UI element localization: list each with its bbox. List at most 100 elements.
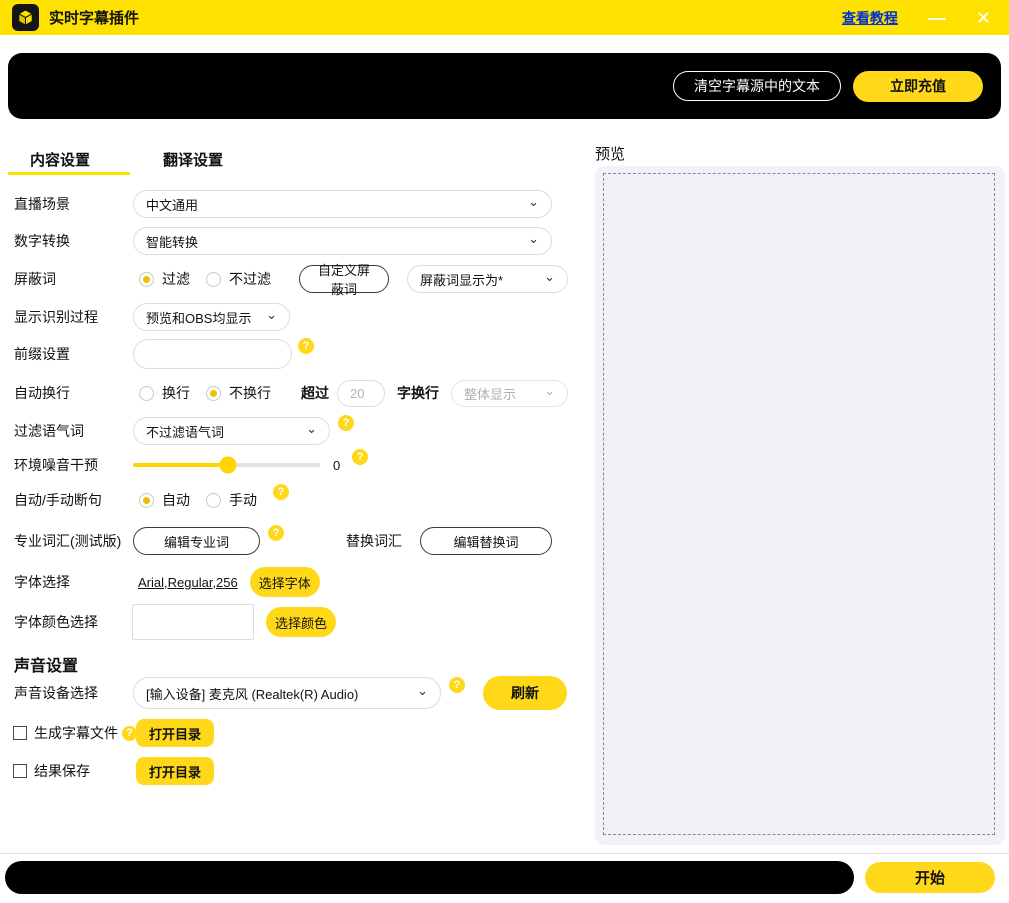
subtitle-file-help-icon[interactable]: ?: [122, 726, 137, 741]
refresh-button[interactable]: 刷新: [483, 676, 567, 710]
row-blocked-words: 屏蔽词 过滤 不过滤 自定义屏蔽词 屏蔽词显示为* ⌄: [14, 265, 568, 293]
edit-replace-vocab-button[interactable]: 编辑替换词: [420, 527, 552, 555]
prefix-help-icon[interactable]: ?: [298, 338, 314, 354]
blocked-filter-radio[interactable]: [139, 272, 154, 287]
no-wrap-radio[interactable]: [206, 386, 221, 401]
noise-value: 0: [333, 458, 340, 473]
chevron-down-icon: ⌄: [544, 384, 555, 397]
live-scene-label: 直播场景: [14, 194, 133, 214]
tutorial-link[interactable]: 查看教程: [842, 8, 898, 28]
active-tab-underline: [8, 172, 130, 175]
app-title: 实时字幕插件: [49, 7, 139, 28]
app-logo: [12, 4, 39, 31]
filler-words-value: 不过滤语气词: [146, 422, 224, 441]
row-filler-words: 过滤语气词 不过滤语气词 ⌄ ?: [14, 417, 354, 445]
chevron-down-icon: ⌄: [528, 232, 539, 245]
font-color-label: 字体颜色选择: [14, 612, 133, 632]
preview-title: 预览: [595, 143, 625, 164]
edit-pro-vocab-button[interactable]: 编辑专业词: [133, 527, 260, 555]
row-number-convert: 数字转换 智能转换 ⌄: [14, 227, 552, 255]
wrap-radio[interactable]: [139, 386, 154, 401]
noise-help-icon[interactable]: ?: [352, 449, 368, 465]
font-color-input[interactable]: [132, 604, 254, 640]
auto-segment-radio[interactable]: [139, 493, 154, 508]
choose-font-button[interactable]: 选择字体: [250, 567, 320, 597]
result-save-checkbox[interactable]: [13, 764, 27, 778]
segmentation-help-icon[interactable]: ?: [273, 484, 289, 500]
wrap-display-mode-select[interactable]: 整体显示 ⌄: [451, 380, 568, 407]
custom-blocked-words-button[interactable]: 自定义屏蔽词: [299, 265, 389, 293]
status-bar: [5, 861, 854, 894]
chevron-down-icon: ⌄: [417, 684, 428, 697]
filler-words-select[interactable]: 不过滤语气词 ⌄: [133, 417, 330, 445]
replace-vocab-label: 替换词汇: [346, 531, 402, 551]
recharge-button[interactable]: 立即充值: [853, 71, 983, 102]
footer-divider: [0, 853, 1009, 854]
chevron-down-icon: ⌄: [528, 195, 539, 208]
wrap-count-input[interactable]: [337, 380, 385, 407]
manual-segment-radio[interactable]: [206, 493, 221, 508]
wrap-radio-label[interactable]: 换行: [162, 383, 190, 403]
blocked-filter-radio-label[interactable]: 过滤: [162, 269, 190, 289]
row-noise: 环境噪音干预 0 ?: [14, 451, 368, 479]
row-sound-device: 声音设备选择 [输入设备] 麦克风 (Realtek(R) Audio) ⌄ ?…: [14, 676, 567, 710]
minimize-icon[interactable]: —: [928, 9, 946, 27]
row-subtitle-file: 生成字幕文件 ? 打开目录: [13, 719, 137, 747]
recognition-display-label: 显示识别过程: [14, 307, 133, 327]
row-live-scene: 直播场景 中文通用 ⌄: [14, 190, 552, 218]
close-icon[interactable]: ✕: [976, 9, 991, 27]
sound-device-help-icon[interactable]: ?: [449, 677, 465, 693]
blocked-display-as-select[interactable]: 屏蔽词显示为* ⌄: [407, 265, 568, 293]
open-subtitle-dir-button[interactable]: 打开目录: [136, 719, 214, 747]
recognition-display-value: 预览和OBS均显示: [146, 308, 251, 327]
number-convert-value: 智能转换: [146, 232, 198, 251]
blocked-display-as-value: 屏蔽词显示为*: [420, 270, 503, 289]
live-scene-select[interactable]: 中文通用 ⌄: [133, 190, 552, 218]
start-button[interactable]: 开始: [865, 862, 995, 893]
pro-vocab-label: 专业词汇(测试版): [14, 531, 133, 551]
subtitle-file-label[interactable]: 生成字幕文件: [34, 723, 118, 743]
blocked-no-filter-radio[interactable]: [206, 272, 221, 287]
row-segmentation: 自动/手动断句 自动 手动 ?: [14, 486, 289, 514]
filler-words-label: 过滤语气词: [14, 421, 133, 441]
chevron-down-icon: ⌄: [306, 422, 317, 435]
cube-icon: [16, 8, 35, 27]
choose-color-button[interactable]: 选择颜色: [266, 607, 336, 637]
clear-subtitle-source-button[interactable]: 清空字幕源中的文本: [673, 71, 841, 101]
noise-slider[interactable]: [133, 463, 320, 467]
auto-wrap-label: 自动换行: [14, 383, 133, 403]
result-save-label[interactable]: 结果保存: [34, 761, 90, 781]
tab-translate-settings[interactable]: 翻译设置: [163, 149, 223, 170]
chevron-down-icon: ⌄: [544, 270, 555, 283]
live-scene-value: 中文通用: [146, 195, 198, 214]
subtitle-file-checkbox[interactable]: [13, 726, 27, 740]
row-result-save: 结果保存 打开目录: [13, 757, 90, 785]
over-label: 超过: [301, 383, 329, 403]
noise-slider-fill: [133, 463, 228, 467]
auto-segment-radio-label[interactable]: 自动: [162, 490, 190, 510]
sound-device-label: 声音设备选择: [14, 683, 133, 703]
pro-vocab-help-icon[interactable]: ?: [268, 525, 284, 541]
manual-segment-radio-label[interactable]: 手动: [229, 490, 257, 510]
titlebar: 实时字幕插件 查看教程 — ✕: [0, 0, 1009, 35]
recognition-display-select[interactable]: 预览和OBS均显示 ⌄: [133, 303, 290, 331]
row-font-color: 字体颜色选择 选择颜色: [14, 604, 336, 640]
tab-content-settings[interactable]: 内容设置: [30, 149, 90, 170]
row-auto-wrap: 自动换行 换行 不换行 超过 字换行 整体显示 ⌄: [14, 379, 568, 407]
no-wrap-radio-label[interactable]: 不换行: [229, 383, 271, 403]
wrap-display-mode-value: 整体显示: [464, 384, 516, 403]
open-result-dir-button[interactable]: 打开目录: [136, 757, 214, 785]
current-font-link[interactable]: Arial,Regular,256: [138, 575, 238, 590]
wrap-suffix-label: 字换行: [397, 383, 439, 403]
number-convert-select[interactable]: 智能转换 ⌄: [133, 227, 552, 255]
segmentation-label: 自动/手动断句: [14, 490, 133, 510]
sound-device-select[interactable]: [输入设备] 麦克风 (Realtek(R) Audio) ⌄: [133, 677, 441, 709]
prefix-input[interactable]: [133, 339, 292, 369]
blocked-words-label: 屏蔽词: [14, 269, 133, 289]
noise-label: 环境噪音干预: [14, 455, 133, 475]
row-recognition-display: 显示识别过程 预览和OBS均显示 ⌄: [14, 303, 290, 331]
noise-slider-thumb[interactable]: [220, 457, 237, 474]
filler-words-help-icon[interactable]: ?: [338, 415, 354, 431]
blocked-no-filter-radio-label[interactable]: 不过滤: [229, 269, 271, 289]
sound-section-title: 声音设置: [14, 652, 78, 676]
